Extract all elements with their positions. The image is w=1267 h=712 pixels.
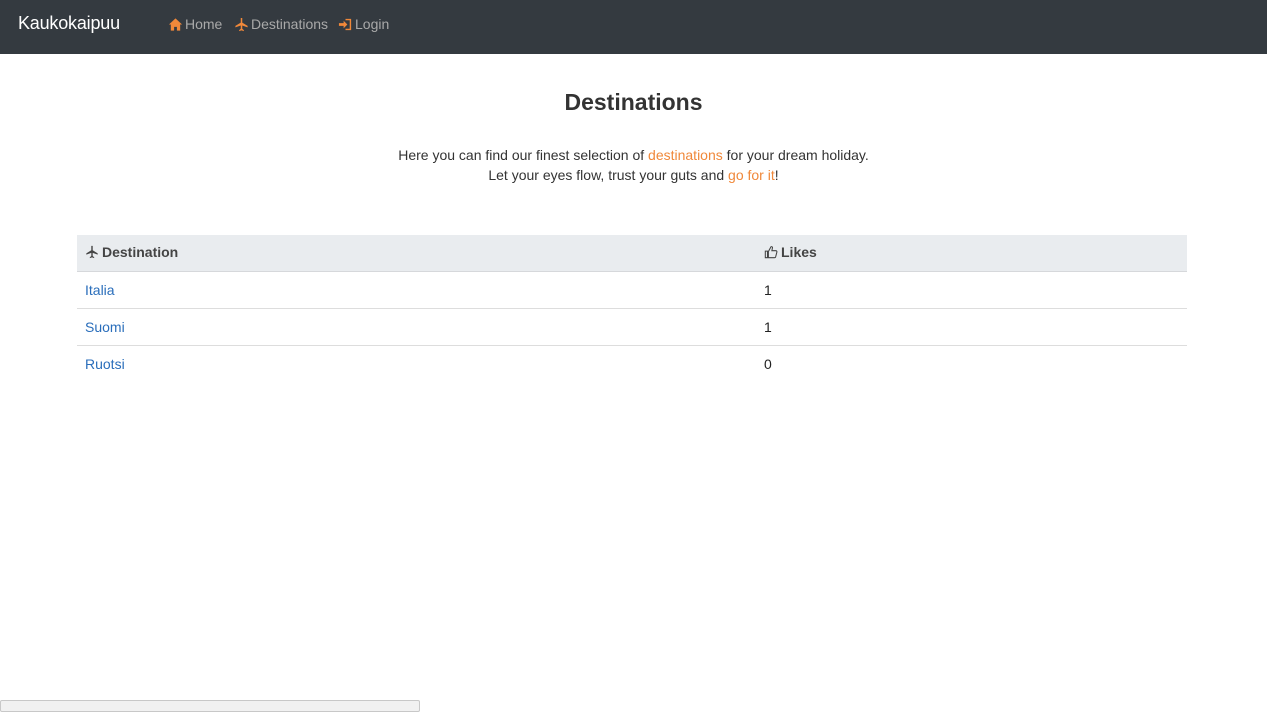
destination-link[interactable]: Suomi: [85, 319, 125, 335]
nav-destinations-link[interactable]: Destinations: [234, 15, 328, 33]
top-navbar: Kaukokaipuu Home Destinations Login: [0, 0, 1267, 54]
likes-cell: 0: [764, 356, 772, 372]
intro-line-2: Let your eyes flow, trust your guts and …: [0, 165, 1267, 185]
destination-link[interactable]: Italia: [85, 282, 115, 298]
brand-logo[interactable]: Kaukokaipuu: [18, 13, 120, 34]
destination-link[interactable]: Ruotsi: [85, 356, 125, 372]
page-title: Destinations: [564, 89, 703, 115]
nav-home-link[interactable]: Home: [168, 15, 222, 33]
intro-line-2-suffix: !: [774, 167, 779, 183]
likes-header-label: Likes: [781, 244, 817, 260]
intro-text: Here you can find our finest selection o…: [0, 145, 1267, 185]
table-row: Italia 1: [77, 271, 1187, 309]
intro-line-1-suffix: for your dream holiday.: [722, 147, 869, 163]
destinations-inline-link[interactable]: destinations: [648, 147, 723, 163]
destination-header-label: Destination: [102, 244, 179, 260]
table-header-row: Destination Likes: [77, 235, 1187, 272]
table-row: Ruotsi 0: [77, 346, 1187, 383]
intro-line-1: Here you can find our finest selection o…: [0, 145, 1267, 165]
go-for-it-link[interactable]: go for it: [728, 167, 775, 183]
likes-column-header: Likes: [756, 235, 1187, 272]
nav-login-label: Login: [355, 16, 390, 32]
plane-icon: [86, 245, 98, 259]
destination-cell: Ruotsi: [77, 346, 756, 383]
destination-cell: Italia: [77, 271, 756, 309]
nav-login-link[interactable]: Login: [338, 15, 389, 33]
login-icon: [338, 17, 353, 32]
thumbs-up-icon: [764, 246, 778, 259]
intro-line-2-text: Let your eyes flow, trust your guts and: [488, 167, 729, 183]
nav-destinations-label: Destinations: [251, 16, 329, 32]
intro-line-1-text: Here you can find our finest selection o…: [398, 147, 649, 163]
nav-home-label: Home: [185, 16, 223, 32]
home-icon: [168, 17, 183, 32]
likes-cell: 1: [756, 271, 1187, 309]
browser-status-bar: [0, 700, 420, 712]
destinations-table: Destination Likes Italia 1 Suomi 1 Ruots…: [77, 235, 1187, 382]
destination-cell: Suomi: [77, 308, 756, 346]
plane-icon: [234, 17, 249, 32]
destination-column-header: Destination: [77, 235, 756, 272]
likes-cell: 1: [756, 308, 1187, 346]
table-row: Suomi 1: [77, 308, 1187, 346]
